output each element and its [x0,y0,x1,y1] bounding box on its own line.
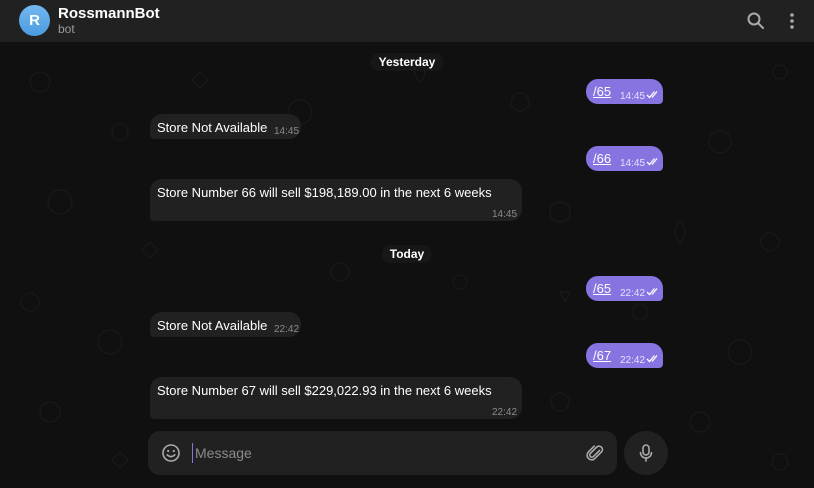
message-bubble-incoming[interactable]: Store Not Available 22:42 [150,312,301,337]
search-icon[interactable] [746,11,766,31]
message-bubble-outgoing[interactable]: /65 22:42 [586,276,663,301]
message-time: 14:45 [620,158,646,169]
message-command-link[interactable]: /67 [593,348,611,364]
date-separator-today: Today [381,245,433,263]
double-check-icon [646,355,658,363]
chat-title[interactable]: RossmannBot [58,5,160,22]
message-time: 14:45 [620,91,646,102]
avatar[interactable]: R [19,5,50,36]
message-text: Store Number 67 will sell $229,022.93 in… [157,383,492,398]
message-bubble-outgoing[interactable]: /65 14:45 [586,79,663,104]
microphone-button[interactable] [624,431,668,475]
paperclip-icon[interactable] [585,443,605,463]
message-time: 14:45 [274,126,300,137]
chat-subtitle: bot [58,22,75,36]
message-time: 22:42 [620,288,646,299]
message-composer [148,431,617,475]
message-text: Store Not Available [157,120,268,135]
message-time: 22:42 [274,324,300,335]
message-command-link[interactable]: /65 [593,281,611,297]
emoji-icon[interactable] [161,443,181,463]
message-command-link[interactable]: /66 [593,151,611,167]
message-bubble-outgoing[interactable]: /67 22:42 [586,343,663,368]
chat-header: R RossmannBot bot [0,0,814,42]
double-check-icon [646,288,658,296]
message-time: 22:42 [620,355,646,366]
message-input[interactable] [192,443,575,463]
microphone-icon [639,444,653,462]
more-vertical-icon[interactable] [782,11,802,31]
date-separator-yesterday: Yesterday [370,53,444,71]
message-text: Store Number 66 will sell $198,189.00 in… [157,185,492,200]
message-bubble-incoming[interactable]: Store Number 66 will sell $198,189.00 in… [150,179,522,221]
message-text: Store Not Available [157,318,268,333]
message-command-link[interactable]: /65 [593,84,611,100]
message-time: 22:42 [492,407,518,418]
double-check-icon [646,158,658,166]
message-bubble-outgoing[interactable]: /66 14:45 [586,146,663,171]
chat-background-pattern [20,61,789,471]
double-check-icon [646,91,658,99]
message-bubble-incoming[interactable]: Store Number 67 will sell $229,022.93 in… [150,377,522,419]
message-time: 14:45 [492,209,518,220]
message-bubble-incoming[interactable]: Store Not Available 14:45 [150,114,301,139]
message-list[interactable]: Yesterday Today /65 14:45 Store Not Avai… [0,42,814,488]
